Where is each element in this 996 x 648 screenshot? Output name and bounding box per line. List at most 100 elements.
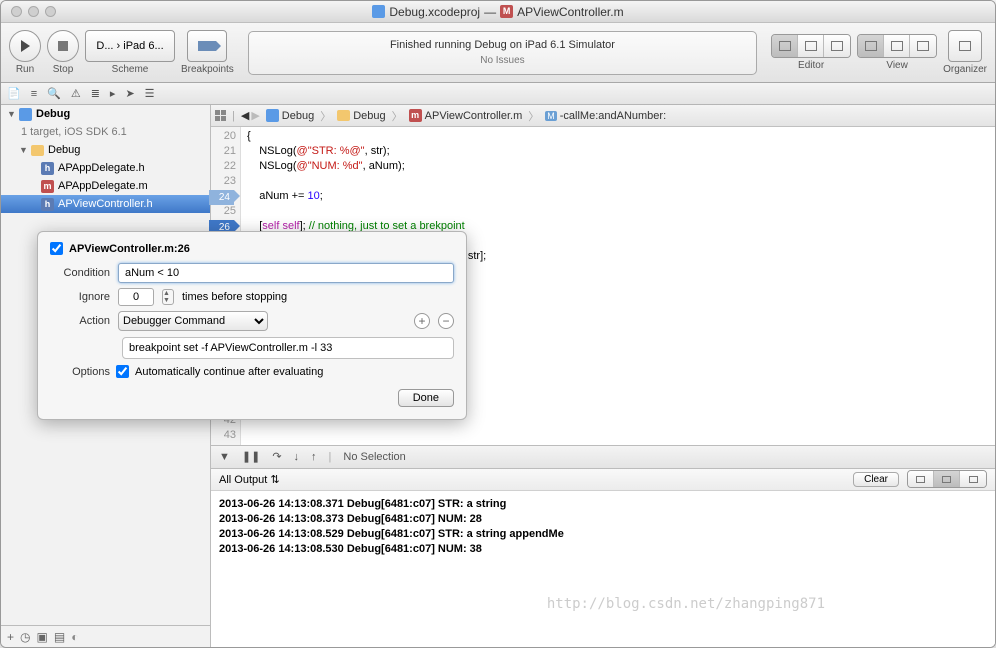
activity-view: Finished running Debug on iPad 6.1 Simul… bbox=[248, 31, 757, 75]
run-label: Run bbox=[16, 64, 34, 75]
back-icon[interactable]: ◀ bbox=[241, 109, 249, 122]
title-sep: — bbox=[484, 5, 496, 19]
output-bar: All Output ⇅ Clear bbox=[211, 469, 995, 491]
stop-button[interactable] bbox=[47, 30, 79, 62]
condition-input[interactable] bbox=[118, 263, 454, 283]
console-line: 2013-06-26 14:13:08.371 Debug[6481:c07] … bbox=[219, 497, 987, 512]
nav-symbol-icon[interactable]: ≡ bbox=[31, 88, 37, 100]
scheme-text: D... › iPad 6... bbox=[96, 40, 163, 52]
editor-mode-segment[interactable] bbox=[771, 34, 851, 58]
popover-header: APViewController.m:26 bbox=[50, 242, 454, 255]
action-select[interactable]: Debugger Command bbox=[118, 311, 268, 331]
ignore-input[interactable] bbox=[118, 288, 154, 306]
console-line: 2013-06-26 14:13:08.529 Debug[6481:c07] … bbox=[219, 527, 987, 542]
jump-project[interactable]: Debug bbox=[262, 109, 318, 122]
clock-icon[interactable]: ◷ bbox=[20, 630, 30, 644]
remove-action-button[interactable]: − bbox=[438, 313, 454, 329]
editor-label: Editor bbox=[798, 60, 824, 71]
view-utilities[interactable] bbox=[910, 35, 936, 57]
jump-symbol[interactable]: M-callMe:andANumber: bbox=[541, 110, 670, 122]
done-button[interactable]: Done bbox=[398, 389, 454, 407]
nav-test-icon[interactable]: ≣ bbox=[91, 87, 100, 100]
project-root[interactable]: ▼ Debug bbox=[1, 105, 210, 123]
debug-bar: ▼ ❚❚ ↷ ↓ ↑ | No Selection bbox=[211, 445, 995, 469]
organizer-label: Organizer bbox=[943, 64, 987, 75]
console-layout-segment[interactable] bbox=[907, 470, 987, 488]
nav-log-icon[interactable]: ☰ bbox=[145, 87, 155, 100]
play-icon bbox=[21, 40, 30, 52]
console-output[interactable]: 2013-06-26 14:13:08.371 Debug[6481:c07] … bbox=[211, 491, 995, 648]
step-over-icon[interactable]: ↷ bbox=[272, 450, 281, 463]
console-line: 2013-06-26 14:13:08.373 Debug[6481:c07] … bbox=[219, 512, 987, 527]
scm-icon[interactable]: ◐ bbox=[71, 630, 78, 644]
nav-breakpoint-icon[interactable]: ➤ bbox=[125, 87, 134, 100]
assistant-icon bbox=[805, 41, 817, 51]
add-action-button[interactable]: + bbox=[414, 313, 430, 329]
nav-search-icon[interactable]: 🔍 bbox=[47, 87, 61, 100]
condition-label: Condition bbox=[50, 267, 110, 279]
console-only-icon[interactable] bbox=[960, 471, 986, 487]
stop-icon bbox=[58, 41, 68, 51]
view-navigator[interactable] bbox=[858, 35, 884, 57]
organizer-icon bbox=[959, 41, 971, 51]
project-name: Debug bbox=[36, 108, 70, 120]
view-debug[interactable] bbox=[884, 35, 910, 57]
folder-icon bbox=[31, 145, 44, 156]
file-icon-h: h bbox=[41, 162, 54, 175]
auto-continue-label: Automatically continue after evaluating bbox=[135, 366, 323, 378]
method-icon: M bbox=[545, 111, 557, 121]
breakpoint-marker[interactable]: 24 bbox=[209, 190, 234, 205]
disclosure-icon[interactable]: ▼ bbox=[7, 109, 15, 119]
editor-version[interactable] bbox=[824, 35, 850, 57]
file-row-selected[interactable]: h APViewController.h bbox=[1, 195, 210, 213]
both-panes-icon[interactable] bbox=[934, 471, 960, 487]
window-title: Debug.xcodeproj — M APViewController.m bbox=[1, 5, 995, 19]
nav-project-icon[interactable]: 📄 bbox=[7, 87, 21, 100]
disclosure-icon[interactable]: ▼ bbox=[19, 145, 27, 155]
ignore-suffix: times before stopping bbox=[182, 291, 287, 303]
ignore-stepper[interactable]: ▲▼ bbox=[162, 289, 174, 305]
scheme-selector[interactable]: D... › iPad 6... bbox=[85, 30, 175, 62]
editor-assistant[interactable] bbox=[798, 35, 824, 57]
titlebar: Debug.xcodeproj — M APViewController.m bbox=[1, 1, 995, 23]
breakpoints-button[interactable] bbox=[187, 30, 227, 62]
jump-bar[interactable]: | ◀ ▶ Debug 〉 Debug 〉 mAPViewController.… bbox=[211, 105, 995, 127]
file-row[interactable]: h APAppDelegate.h bbox=[1, 159, 210, 177]
editor-standard[interactable] bbox=[772, 35, 798, 57]
vars-only-icon[interactable] bbox=[908, 471, 934, 487]
related-items-icon[interactable] bbox=[215, 110, 226, 121]
console-line: 2013-06-26 14:13:08.530 Debug[6481:c07] … bbox=[219, 542, 987, 557]
collapse-icon[interactable]: ▣ bbox=[37, 630, 48, 644]
nav-debug-icon[interactable]: ▸ bbox=[110, 87, 116, 100]
project-subtitle-text: 1 target, iOS SDK 6.1 bbox=[21, 126, 127, 138]
step-in-icon[interactable]: ↓ bbox=[294, 451, 300, 463]
file-icon-m: m bbox=[409, 109, 422, 122]
hide-debug-icon[interactable]: ▼ bbox=[219, 451, 230, 463]
pause-icon[interactable]: ❚❚ bbox=[242, 450, 260, 463]
filter-icon[interactable]: ▤ bbox=[54, 630, 65, 644]
ignore-label: Ignore bbox=[50, 291, 110, 303]
breakpoint-popover: APViewController.m:26 Condition Ignore ▲… bbox=[37, 231, 467, 420]
view-segment[interactable] bbox=[857, 34, 937, 58]
breakpoint-enabled-checkbox[interactable] bbox=[50, 242, 63, 255]
output-filter[interactable]: All Output ⇅ bbox=[219, 473, 280, 486]
nav-issue-icon[interactable]: ⚠ bbox=[71, 87, 81, 100]
action-command-input[interactable] bbox=[122, 337, 454, 359]
file-row[interactable]: m APAppDelegate.m bbox=[1, 177, 210, 195]
add-icon[interactable]: + bbox=[7, 630, 14, 644]
step-out-icon[interactable]: ↑ bbox=[311, 451, 317, 463]
jump-file[interactable]: mAPViewController.m bbox=[405, 109, 527, 122]
activity-line1: Finished running Debug on iPad 6.1 Simul… bbox=[390, 39, 615, 51]
group-row[interactable]: ▼ Debug bbox=[1, 141, 210, 159]
forward-icon[interactable]: ▶ bbox=[251, 109, 259, 122]
project-icon bbox=[372, 5, 385, 18]
clear-button[interactable]: Clear bbox=[853, 472, 899, 487]
jump-group[interactable]: Debug bbox=[333, 110, 389, 122]
nav-pane-icon bbox=[865, 41, 877, 51]
organizer-button[interactable] bbox=[948, 30, 982, 62]
auto-continue-checkbox[interactable] bbox=[116, 365, 129, 378]
jump-symbol-text: -callMe:andANumber: bbox=[560, 110, 666, 122]
file-name: APViewController.h bbox=[58, 198, 153, 210]
run-button[interactable] bbox=[9, 30, 41, 62]
util-pane-icon bbox=[917, 41, 929, 51]
